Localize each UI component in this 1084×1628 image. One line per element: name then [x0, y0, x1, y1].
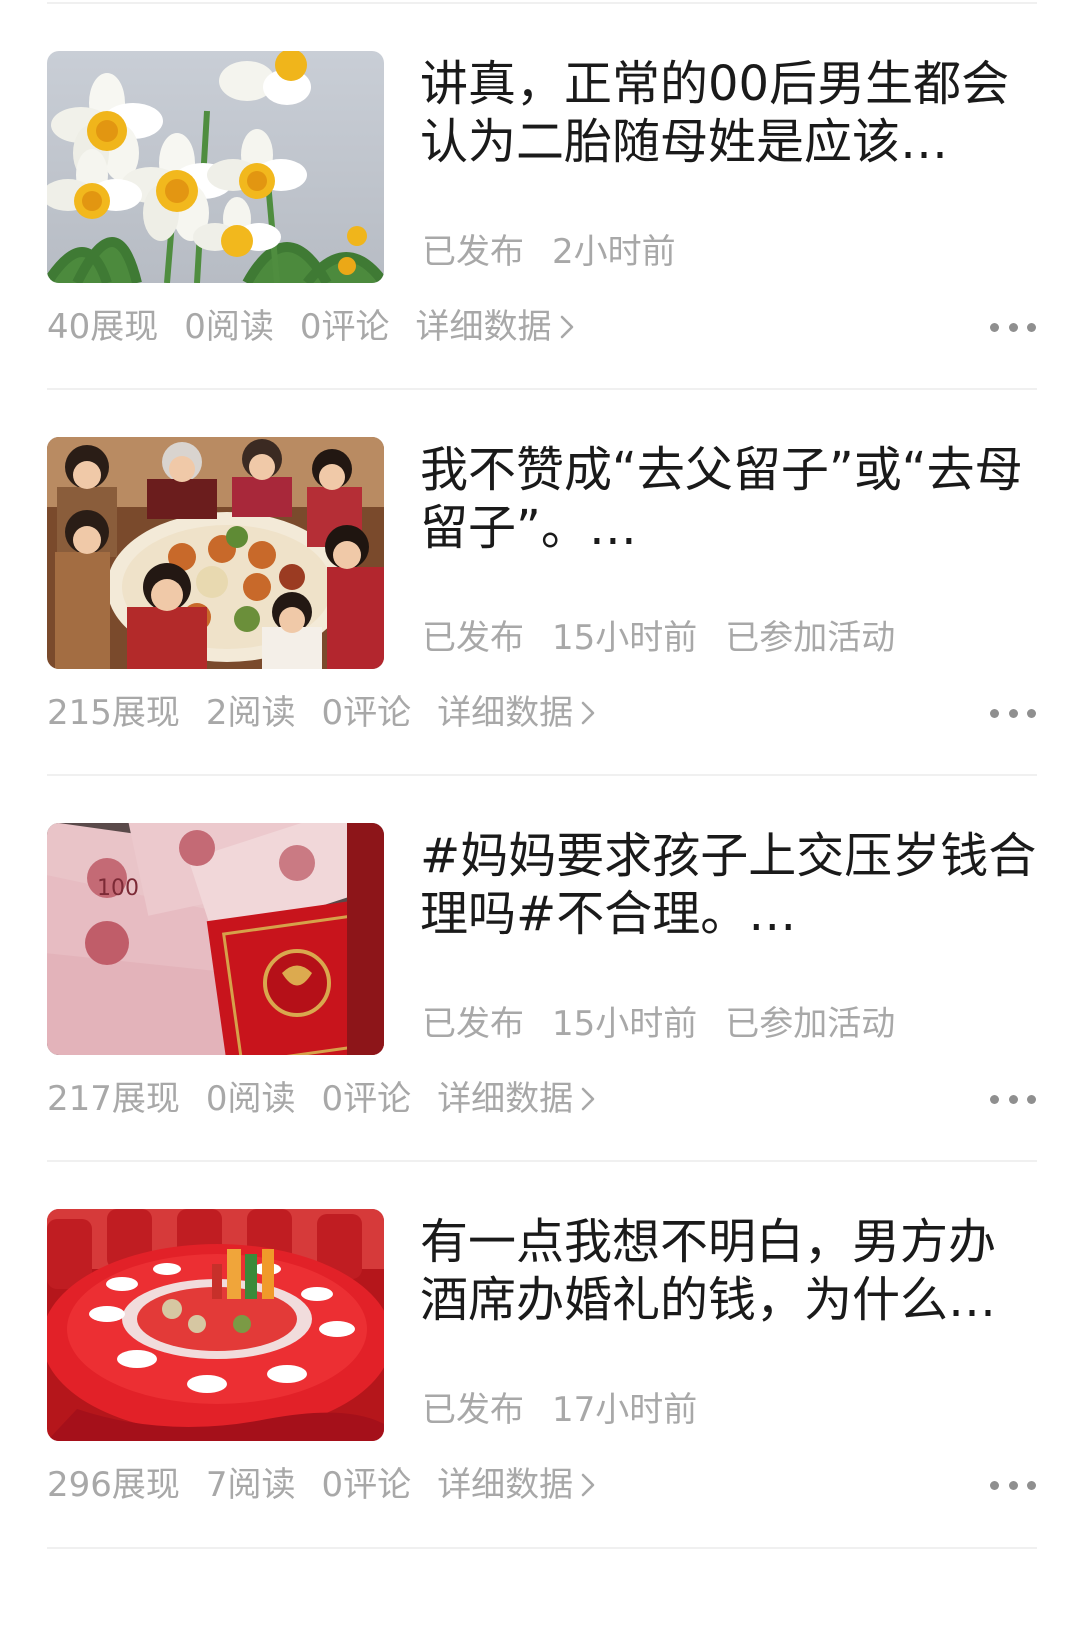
details-link[interactable]: 详细数据 — [416, 304, 576, 350]
divider — [47, 774, 1037, 776]
details-label: 详细数据 — [437, 1465, 574, 1505]
more-options-icon[interactable] — [990, 1081, 1036, 1117]
article-meta: 已发布 15小时前 已参加活动 — [422, 615, 895, 661]
impressions-count: 217展现 — [47, 1079, 180, 1119]
chevron-right-icon — [581, 701, 595, 725]
article-stats: 296展现 7阅读 0评论 详细数据 — [47, 1462, 597, 1508]
article-meta: 已发布 2小时前 — [422, 229, 676, 275]
publish-time: 15小时前 — [552, 1004, 698, 1044]
activity-status: 已参加活动 — [725, 1004, 896, 1044]
reads-count: 7阅读 — [205, 1465, 296, 1505]
comments-count: 0评论 — [321, 1465, 412, 1505]
more-options-icon[interactable] — [990, 309, 1036, 345]
publish-time: 15小时前 — [552, 618, 698, 658]
article-meta: 已发布 17小时前 — [422, 1387, 697, 1433]
impressions-count: 296展现 — [47, 1465, 180, 1505]
more-options-icon[interactable] — [990, 1467, 1036, 1503]
comments-count: 0评论 — [321, 693, 412, 733]
impressions-count: 40展现 — [47, 307, 159, 347]
details-label: 详细数据 — [437, 693, 574, 733]
article-title[interactable]: 讲真，正常的00后男生都会认为二胎随母姓是应该… — [420, 55, 1042, 171]
money-red-envelope-image[interactable]: 100 — [47, 823, 384, 1055]
publish-time: 2小时前 — [552, 232, 676, 272]
article-stats: 217展现 0阅读 0评论 详细数据 — [47, 1076, 597, 1122]
chevron-right-icon — [581, 1473, 595, 1497]
svg-text:100: 100 — [97, 876, 139, 901]
comments-count: 0评论 — [321, 1079, 412, 1119]
reads-count: 0阅读 — [184, 307, 274, 347]
publish-status: 已发布 — [422, 232, 524, 272]
chevron-right-icon — [560, 315, 573, 339]
article-title[interactable]: 我不赞成“去父留子”或“去母留子”。… — [420, 441, 1042, 557]
publish-time: 17小时前 — [552, 1390, 698, 1430]
article-list: 讲真，正常的00后男生都会认为二胎随母姓是应该… 已发布 2小时前 40展现 0… — [0, 0, 1084, 1628]
activity-status: 已参加活动 — [725, 618, 896, 658]
family-dinner-image[interactable] — [47, 437, 384, 669]
divider — [47, 2, 1037, 4]
divider — [47, 1160, 1037, 1162]
details-label: 详细数据 — [415, 307, 552, 347]
comments-count: 0评论 — [299, 307, 390, 347]
divider — [47, 1547, 1037, 1549]
article-card[interactable]: 讲真，正常的00后男生都会认为二胎随母姓是应该… 已发布 2小时前 40展现 0… — [0, 51, 1084, 411]
publish-status: 已发布 — [422, 618, 524, 658]
chevron-right-icon — [581, 1087, 595, 1111]
article-title[interactable]: #妈妈要求孩子上交压岁钱合理吗#不合理。… — [420, 827, 1042, 943]
daffodil-flowers-image[interactable] — [47, 51, 384, 283]
publish-status: 已发布 — [422, 1004, 524, 1044]
article-card[interactable]: 有一点我想不明白，男方办酒席办婚礼的钱，为什么… 已发布 17小时前 296展现… — [0, 1209, 1084, 1569]
article-card[interactable]: 我不赞成“去父留子”或“去母留子”。… 已发布 15小时前 已参加活动 215展… — [0, 437, 1084, 797]
reads-count: 2阅读 — [205, 693, 296, 733]
banquet-table-image[interactable] — [47, 1209, 384, 1441]
article-card[interactable]: 100 #妈妈要求孩子上交压岁钱合理吗#不合理。… 已发布 15小时前 已参加活… — [0, 823, 1084, 1183]
more-options-icon[interactable] — [990, 695, 1036, 731]
reads-count: 0阅读 — [205, 1079, 296, 1119]
article-meta: 已发布 15小时前 已参加活动 — [422, 1001, 895, 1047]
divider — [47, 388, 1037, 390]
details-link[interactable]: 详细数据 — [437, 1076, 597, 1122]
details-link[interactable]: 详细数据 — [437, 690, 597, 736]
article-title[interactable]: 有一点我想不明白，男方办酒席办婚礼的钱，为什么… — [420, 1213, 1042, 1329]
details-link[interactable]: 详细数据 — [437, 1462, 597, 1508]
article-stats: 40展现 0阅读 0评论 详细数据 — [47, 304, 576, 350]
article-stats: 215展现 2阅读 0评论 详细数据 — [47, 690, 597, 736]
publish-status: 已发布 — [422, 1390, 524, 1430]
impressions-count: 215展现 — [47, 693, 180, 733]
details-label: 详细数据 — [437, 1079, 574, 1119]
